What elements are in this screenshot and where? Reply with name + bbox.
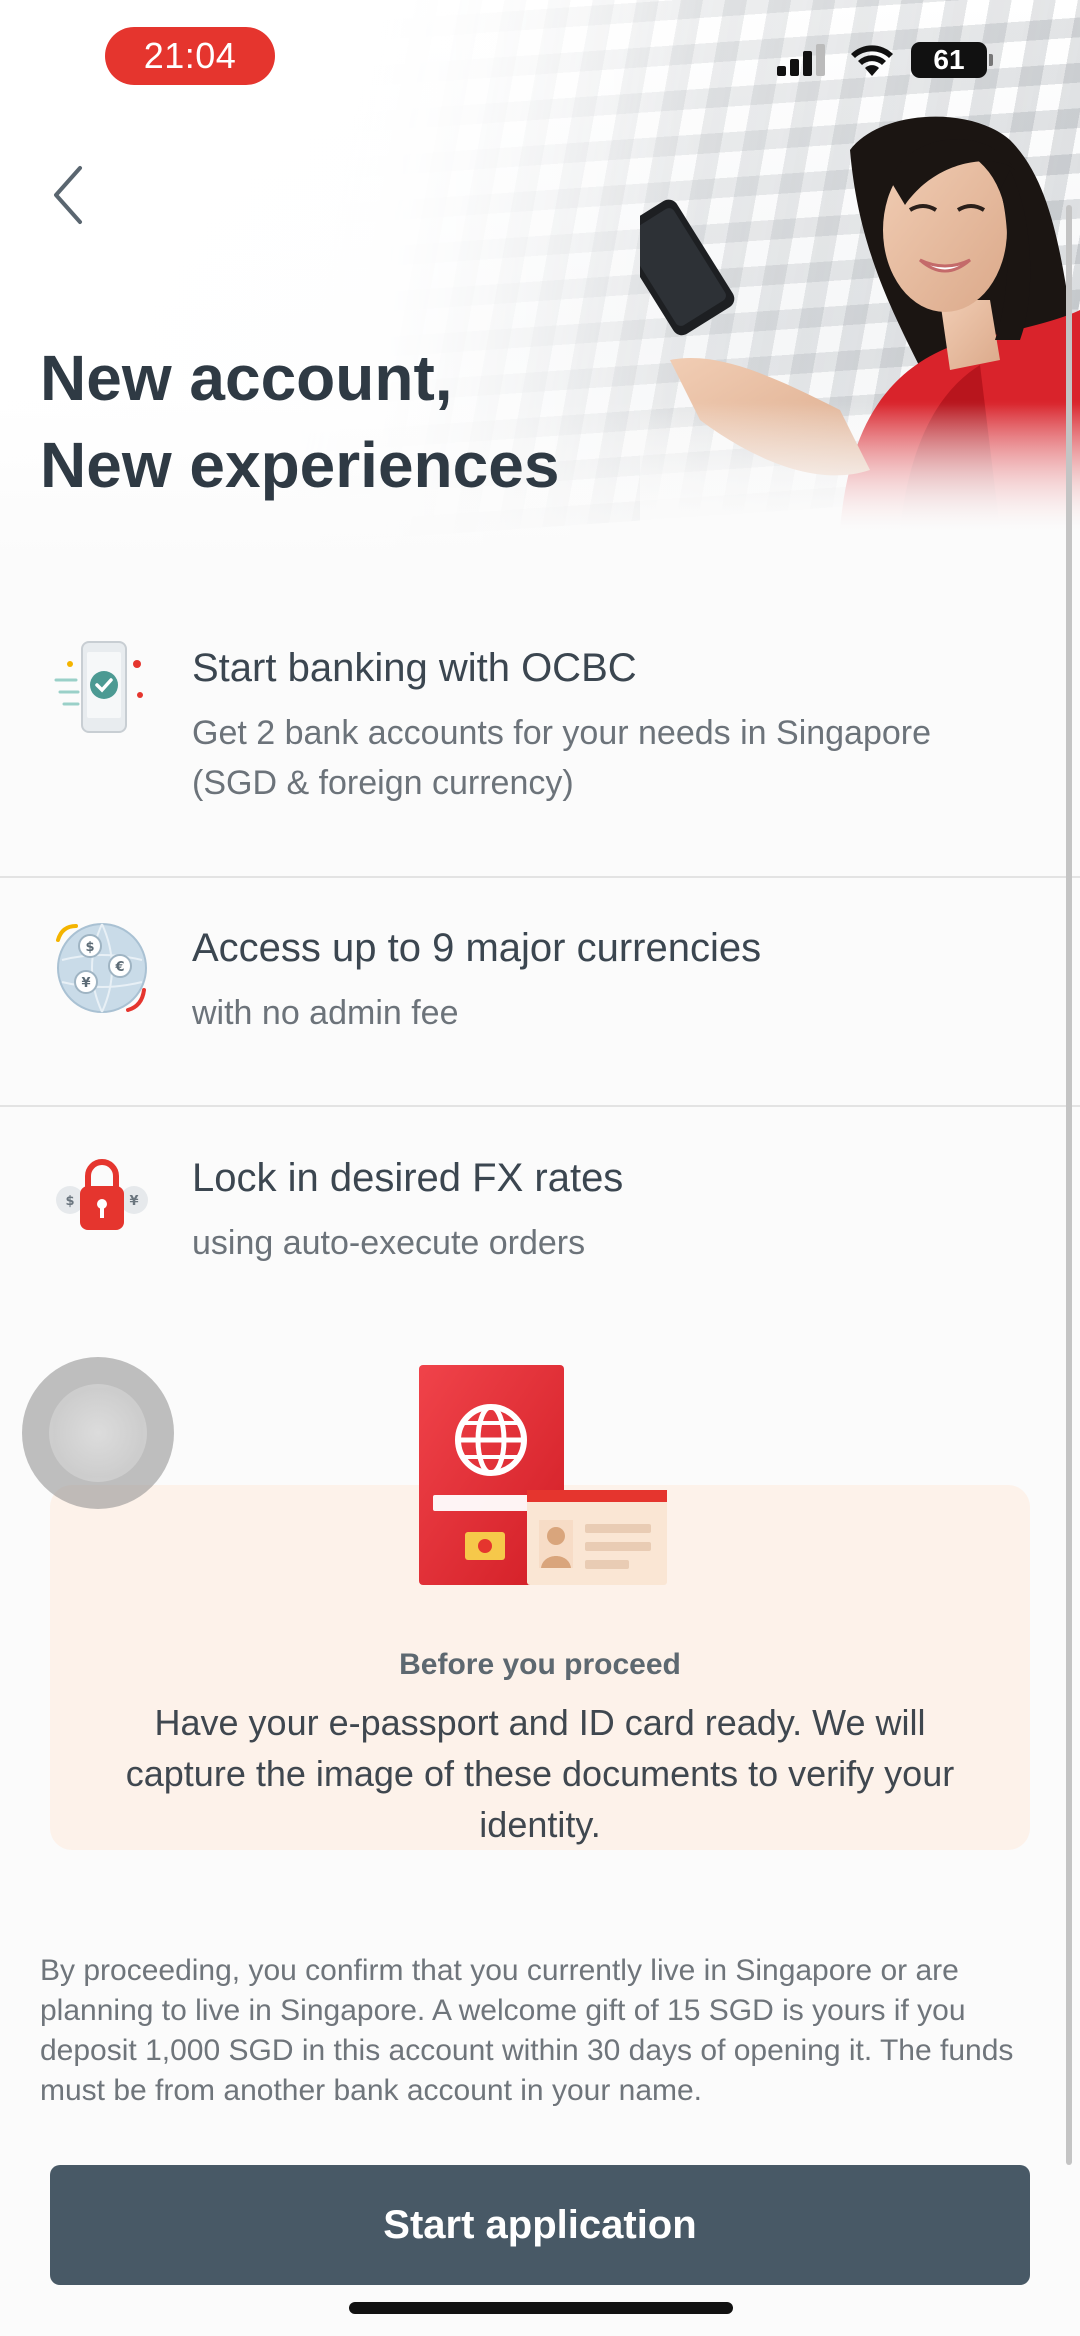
status-icons: 61 (775, 40, 993, 80)
svg-text:¥: ¥ (81, 976, 90, 991)
svg-text:$: $ (85, 940, 94, 955)
feature-description: with no admin fee (192, 994, 459, 1032)
status-time-pill: 21:04 (105, 27, 275, 85)
assistive-touch-button[interactable] (22, 1357, 174, 1509)
wifi-icon (851, 45, 893, 76)
svg-text:$: $ (65, 1194, 74, 1209)
start-application-button[interactable]: Start application (50, 2165, 1030, 2285)
feature-description: Get 2 bank accounts for your needs in Si… (192, 714, 932, 802)
phone-check-icon (54, 641, 143, 733)
fx-lock-icon: $ ¥ (56, 1159, 148, 1230)
svg-text:€: € (114, 960, 124, 975)
title-line-1: New account, (40, 342, 453, 414)
home-indicator[interactable] (349, 2302, 733, 2314)
back-chevron-icon[interactable] (44, 160, 94, 230)
divider (0, 1105, 1080, 1107)
divider (0, 876, 1080, 878)
notice-body: Have your e-passport and ID card ready. … (125, 1702, 955, 1845)
scrollbar[interactable] (1066, 205, 1072, 2165)
page-title: New account, New experiences (40, 335, 559, 509)
battery-icon: 61 (911, 42, 993, 78)
feature-title: Start banking with OCBC (192, 646, 637, 690)
feature-description: using auto-execute orders (192, 1224, 586, 1262)
notice-heading: Before you proceed (399, 1648, 681, 1681)
passport-id-card-icon (419, 1365, 667, 1585)
title-line-2: New experiences (40, 429, 560, 501)
svg-text:¥: ¥ (129, 1194, 138, 1209)
cellular-signal-icon (777, 44, 825, 76)
currency-globe-icon: $ € ¥ (56, 923, 147, 1013)
feature-title: Lock in desired FX rates (192, 1156, 624, 1200)
disclaimer-text: By proceeding, you confirm that you curr… (40, 1954, 1014, 2107)
feature-title: Access up to 9 major currencies (192, 926, 762, 970)
